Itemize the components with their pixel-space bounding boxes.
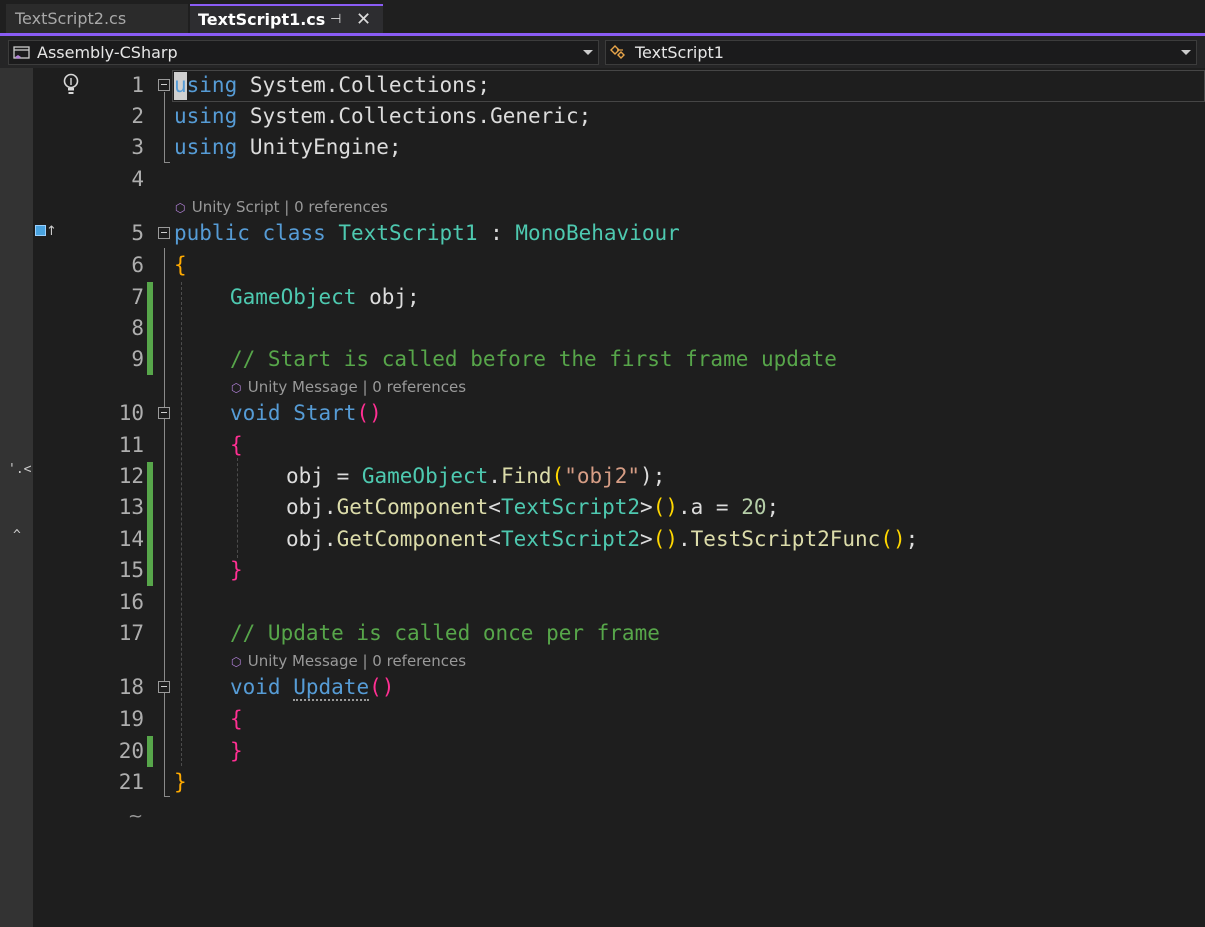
line-number: 12 <box>118 464 144 488</box>
code-text[interactable]: { <box>230 704 243 735</box>
code-text[interactable]: public class TextScript1 : MonoBehaviour <box>174 218 680 249</box>
codelens-references[interactable]: 0 references <box>294 198 388 216</box>
project-icon <box>13 46 30 59</box>
pin-icon[interactable]: ⊣ <box>330 6 341 33</box>
code-text[interactable]: using UnityEngine; <box>174 132 402 163</box>
code-line[interactable]: 10 void Start() <box>0 398 1205 429</box>
code-line[interactable]: 7 GameObject obj; <box>0 282 1205 313</box>
collapse-icon[interactable] <box>158 79 170 91</box>
codelens-class[interactable]: ⬡ Unity Script | 0 references <box>175 198 388 216</box>
unity-cube-icon: ⬡ <box>231 655 242 669</box>
member-dropdown[interactable]: TextScript1 <box>605 40 1197 65</box>
codelens-source[interactable]: Unity Script <box>192 198 280 216</box>
code-comment[interactable]: // Start is called before the first fram… <box>230 344 837 375</box>
line-number: 21 <box>118 770 144 794</box>
line-number: 4 <box>131 167 144 191</box>
line-number: 16 <box>118 590 144 614</box>
line-number: 6 <box>131 253 144 277</box>
code-text[interactable]: obj.GetComponent<TextScript2>().TestScri… <box>286 524 918 555</box>
tab-textscript2[interactable]: TextScript2.cs <box>6 4 188 33</box>
code-line[interactable]: 14 obj.GetComponent<TextScript2>().TestS… <box>0 524 1205 555</box>
tab-textscript1[interactable]: TextScript1.cs ⊣ ✕ <box>190 4 383 33</box>
code-line[interactable]: 13 obj.GetComponent<TextScript2>().a = 2… <box>0 492 1205 523</box>
code-text[interactable]: obj.GetComponent<TextScript2>().a = 20; <box>286 492 779 523</box>
line-number: 5 <box>131 221 144 245</box>
codelens-references[interactable]: 0 references <box>372 378 466 396</box>
line-number: 17 <box>118 621 144 645</box>
code-line[interactable]: 8 <box>0 313 1205 344</box>
line-number: 10 <box>118 401 144 425</box>
code-line[interactable]: 18 void Update() <box>0 672 1205 703</box>
end-of-file-marker: ~ <box>128 806 144 827</box>
code-comment[interactable]: // Update is called once per frame <box>230 618 660 649</box>
chevron-down-icon <box>583 50 593 55</box>
line-number: 19 <box>118 707 144 731</box>
code-line[interactable]: 4 <box>0 164 1205 195</box>
line-number: 1 <box>131 73 144 97</box>
code-line[interactable]: 6 { <box>0 250 1205 281</box>
code-line[interactable]: 19 { <box>0 704 1205 735</box>
codelens-source[interactable]: Unity Message <box>248 378 358 396</box>
class-icon <box>610 45 625 59</box>
document-tab-bar: TextScript2.cs TextScript1.cs ⊣ ✕ <box>0 0 1205 36</box>
codelens-source[interactable]: Unity Message <box>248 652 358 670</box>
code-text[interactable]: obj = GameObject.Find("obj2"); <box>286 461 665 492</box>
code-line[interactable]: 9 // Start is called before the first fr… <box>0 344 1205 375</box>
collapse-icon[interactable] <box>158 681 170 693</box>
line-number: 15 <box>118 558 144 582</box>
tab-label: TextScript1.cs <box>198 10 326 29</box>
line-number: 11 <box>118 433 144 457</box>
project-dropdown[interactable]: Assembly-CSharp <box>8 40 599 65</box>
code-text[interactable]: } <box>230 555 243 586</box>
line-number: 9 <box>131 347 144 371</box>
code-text[interactable]: using System.Collections; <box>174 70 490 101</box>
line-number: 20 <box>118 739 144 763</box>
collapse-icon[interactable] <box>158 227 170 239</box>
line-number: 3 <box>131 135 144 159</box>
code-line[interactable]: 21 } <box>0 767 1205 798</box>
codelens-references[interactable]: 0 references <box>372 652 466 670</box>
line-number: 7 <box>131 285 144 309</box>
tab-label: TextScript2.cs <box>15 9 127 28</box>
code-line[interactable]: 2 using System.Collections.Generic; <box>0 101 1205 132</box>
unity-cube-icon: ⬡ <box>231 381 242 395</box>
code-text[interactable]: void Update() <box>230 672 394 703</box>
code-line[interactable]: 15 } <box>0 555 1205 586</box>
code-line[interactable]: 17 // Update is called once per frame <box>0 618 1205 649</box>
codelens-update[interactable]: ⬡ Unity Message | 0 references <box>231 652 466 670</box>
code-text[interactable]: using System.Collections.Generic; <box>174 101 591 132</box>
line-number: 8 <box>131 316 144 340</box>
project-label: Assembly-CSharp <box>37 43 178 62</box>
code-text[interactable]: } <box>230 736 243 767</box>
line-number: 14 <box>118 527 144 551</box>
code-line[interactable]: 5 public class TextScript1 : MonoBehavio… <box>0 218 1205 249</box>
line-number: 18 <box>118 675 144 699</box>
close-icon[interactable]: ✕ <box>356 6 371 33</box>
navigation-bar: Assembly-CSharp TextScript1 <box>0 36 1205 68</box>
line-number: 2 <box>131 104 144 128</box>
code-text[interactable]: { <box>230 430 243 461</box>
code-line[interactable]: 12 obj = GameObject.Find("obj2"); <box>0 461 1205 492</box>
code-line[interactable]: 16 <box>0 587 1205 618</box>
chevron-down-icon <box>1181 50 1191 55</box>
code-text[interactable]: } <box>174 767 187 798</box>
code-line[interactable]: 1 using System.Collections; <box>0 70 1205 101</box>
code-line[interactable]: 3 using UnityEngine; <box>0 132 1205 163</box>
unity-cube-icon: ⬡ <box>175 201 186 215</box>
code-text[interactable]: { <box>174 250 187 281</box>
code-text[interactable]: GameObject obj; <box>230 282 420 313</box>
member-label: TextScript1 <box>635 43 724 62</box>
codelens-start[interactable]: ⬡ Unity Message | 0 references <box>231 378 466 396</box>
code-text[interactable]: void Start() <box>230 398 382 429</box>
collapse-icon[interactable] <box>158 407 170 419</box>
code-line[interactable]: 11 { <box>0 430 1205 461</box>
line-number: 13 <box>118 495 144 519</box>
code-line[interactable]: 20 } <box>0 736 1205 767</box>
